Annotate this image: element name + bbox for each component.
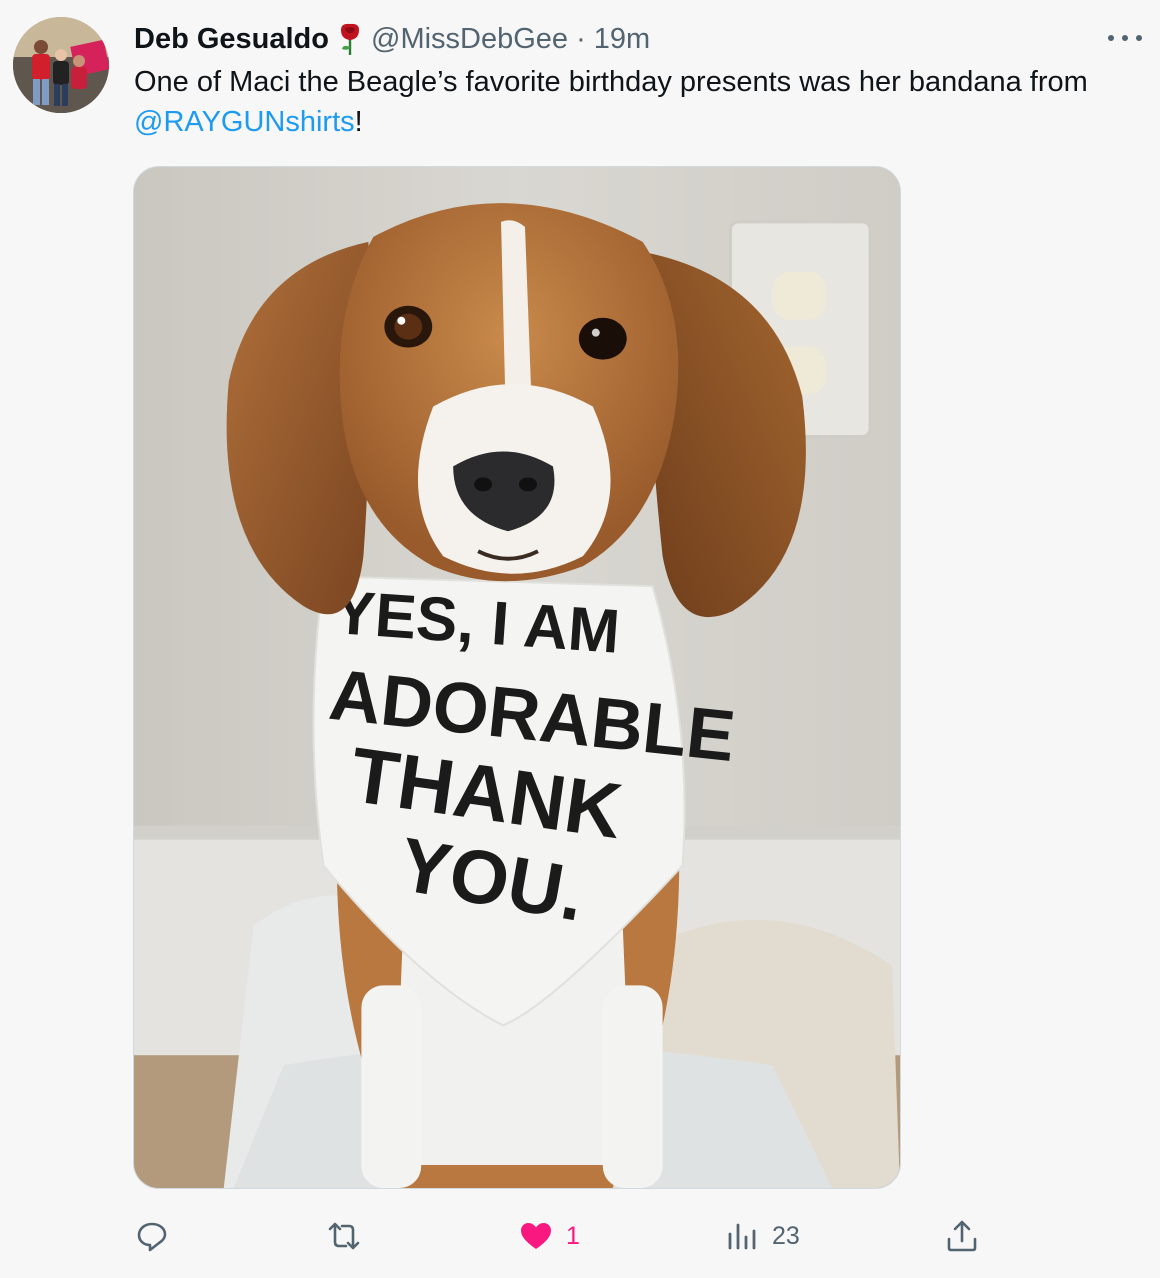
share-icon bbox=[947, 1220, 977, 1252]
tweet-text: One of Maci the Beagle’s favorite birthd… bbox=[134, 62, 1134, 142]
avatar-photo bbox=[13, 17, 109, 113]
tweet-actions: 1 23 bbox=[134, 1210, 994, 1262]
views-count: 23 bbox=[772, 1221, 800, 1250]
mention-link[interactable]: @RAYGUNshirts bbox=[134, 106, 355, 138]
heart-icon bbox=[521, 1223, 551, 1249]
tweet-header: Deb Gesualdo @MissDebGee · 19m bbox=[134, 20, 650, 58]
rose-icon bbox=[341, 23, 359, 55]
tweet[interactable]: Deb Gesualdo @MissDebGee · 19m One of Ma… bbox=[0, 0, 1160, 1278]
avatar[interactable] bbox=[13, 17, 109, 113]
beagle-photo: YES, I AM ADORABLE THANK YOU. bbox=[134, 167, 900, 1188]
reply-icon bbox=[137, 1222, 167, 1252]
views-icon bbox=[728, 1223, 756, 1250]
display-name[interactable]: Deb Gesualdo bbox=[134, 20, 329, 58]
timestamp[interactable]: 19m bbox=[594, 20, 650, 58]
user-handle[interactable]: @MissDebGee bbox=[371, 20, 568, 58]
retweet-button[interactable] bbox=[326, 1210, 362, 1262]
views-button[interactable]: 23 bbox=[724, 1210, 800, 1262]
share-button[interactable] bbox=[944, 1210, 980, 1262]
reply-button[interactable] bbox=[134, 1210, 170, 1262]
separator-dot: · bbox=[576, 23, 586, 55]
tweet-text-end: ! bbox=[354, 106, 363, 138]
retweet-icon bbox=[328, 1222, 360, 1250]
tweet-photo[interactable]: YES, I AM ADORABLE THANK YOU. bbox=[133, 166, 901, 1189]
like-button[interactable]: 1 bbox=[518, 1210, 580, 1262]
more-options-icon[interactable] bbox=[1108, 24, 1142, 52]
like-count: 1 bbox=[566, 1221, 580, 1250]
tweet-text-body: One of Maci the Beagle’s favorite birthd… bbox=[134, 66, 1088, 98]
